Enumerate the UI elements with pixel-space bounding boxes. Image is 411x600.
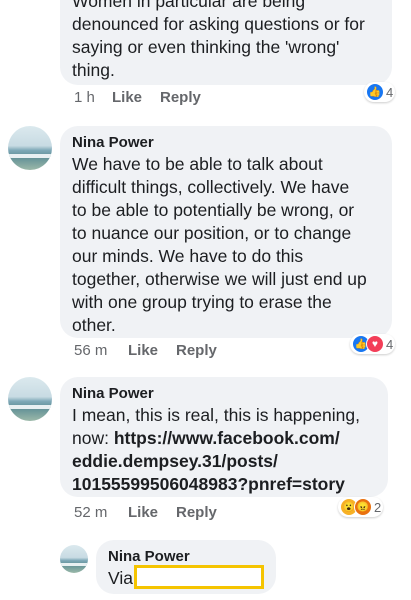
reaction-summary[interactable]: 👍 ♥ 4: [350, 334, 396, 354]
avatar[interactable]: [60, 545, 88, 573]
angry-icon: 😠: [354, 498, 372, 516]
comment-time: 1 h: [74, 89, 95, 106]
reaction-count: 2: [374, 499, 382, 515]
avatar[interactable]: [8, 377, 52, 421]
comment-bubble: Women in particular are being denounced …: [60, 0, 392, 85]
like-link[interactable]: Like: [128, 504, 158, 521]
comment-author[interactable]: Nina Power: [72, 385, 154, 403]
comment-author[interactable]: Nina Power: [108, 548, 190, 566]
reaction-summary[interactable]: 😮 😠 2: [338, 497, 384, 517]
comment-text: We have to be able to talk about difficu…: [72, 154, 367, 335]
comment-author[interactable]: Nina Power: [72, 134, 154, 152]
like-link[interactable]: Like: [112, 89, 142, 106]
comment-time: 56 m: [74, 342, 108, 359]
love-icon: ♥: [366, 335, 384, 353]
reply-link[interactable]: Reply: [176, 504, 217, 521]
reaction-count: 4: [386, 84, 394, 100]
like-icon: 👍: [366, 83, 384, 101]
reaction-summary[interactable]: 👍 4: [364, 82, 396, 102]
reaction-count: 4: [386, 336, 394, 352]
reply-link[interactable]: Reply: [160, 89, 201, 106]
comment-text: Via: [108, 568, 133, 588]
comment-text: Women in particular are being denounced …: [72, 0, 365, 80]
comment-time: 52 m: [74, 504, 108, 521]
comment-bubble: Nina Power I mean, this is real, this is…: [60, 377, 388, 497]
redaction-box: [134, 565, 264, 589]
comment-link[interactable]: https://www.facebook.com/ eddie.dempsey.…: [72, 428, 345, 494]
avatar[interactable]: [8, 126, 52, 170]
comment-text: I mean, this is real, this is happening,…: [72, 404, 360, 496]
reply-link[interactable]: Reply: [176, 342, 217, 359]
like-link[interactable]: Like: [128, 342, 158, 359]
comment-bubble: Nina Power We have to be able to talk ab…: [60, 126, 392, 338]
